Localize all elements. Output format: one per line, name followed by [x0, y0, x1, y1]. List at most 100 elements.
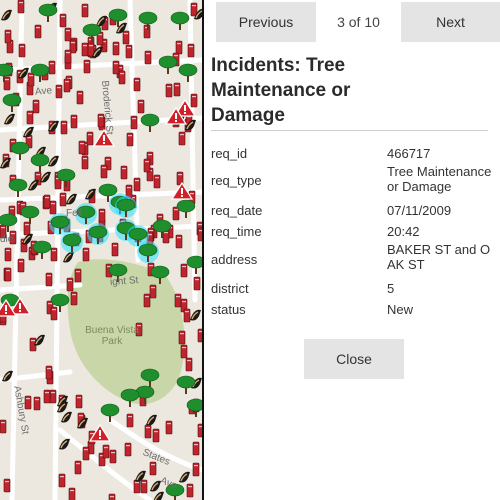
fire-hydrant-icon[interactable] [193, 276, 201, 291]
fire-hydrant-icon[interactable] [82, 446, 90, 461]
broom-icon[interactable] [40, 171, 51, 183]
fire-hydrant-icon[interactable] [126, 132, 134, 147]
tree-icon[interactable] [38, 3, 58, 22]
fire-hydrant-icon[interactable] [124, 442, 132, 457]
fire-hydrant-icon[interactable] [76, 90, 84, 105]
fire-hydrant-icon[interactable] [33, 396, 41, 411]
broom-icon[interactable] [179, 471, 190, 483]
tree-icon[interactable] [165, 483, 185, 500]
tree-icon[interactable] [115, 196, 137, 218]
tree-icon[interactable] [32, 240, 52, 259]
fire-hydrant-icon[interactable] [118, 70, 126, 85]
fire-hydrant-icon[interactable] [97, 113, 105, 128]
fire-hydrant-icon[interactable] [125, 44, 133, 59]
tree-icon[interactable] [178, 63, 198, 82]
fire-hydrant-icon[interactable] [81, 42, 89, 57]
fire-hydrant-icon[interactable] [153, 174, 161, 189]
tree-icon[interactable] [137, 241, 159, 263]
close-button[interactable]: Close [304, 339, 404, 379]
fire-hydrant-icon[interactable] [49, 389, 57, 404]
broom-icon[interactable] [146, 414, 157, 426]
tree-icon[interactable] [20, 205, 40, 224]
fire-hydrant-icon[interactable] [180, 344, 188, 359]
tree-icon[interactable] [138, 11, 158, 30]
fire-hydrant-icon[interactable] [133, 479, 141, 494]
tree-icon[interactable] [186, 398, 202, 417]
fire-hydrant-icon[interactable] [4, 29, 12, 44]
fire-hydrant-icon[interactable] [63, 78, 71, 93]
fire-hydrant-icon[interactable] [144, 50, 152, 65]
fire-hydrant-icon[interactable] [133, 177, 141, 192]
fire-hydrant-icon[interactable] [109, 449, 117, 464]
fire-hydrant-icon[interactable] [60, 120, 68, 135]
fire-hydrant-icon[interactable] [192, 462, 200, 477]
fire-hydrant-icon[interactable] [180, 263, 188, 278]
fire-hydrant-icon[interactable] [45, 365, 53, 380]
fire-hydrant-icon[interactable] [111, 242, 119, 257]
fire-hydrant-icon[interactable] [17, 0, 25, 14]
fire-hydrant-icon[interactable] [50, 247, 58, 262]
fire-hydrant-icon[interactable] [81, 3, 89, 18]
fire-hydrant-icon[interactable] [152, 428, 160, 443]
fire-hydrant-icon[interactable] [149, 461, 157, 476]
fire-hydrant-icon[interactable] [55, 84, 63, 99]
fire-hydrant-icon[interactable] [68, 487, 76, 500]
fire-hydrant-icon[interactable] [17, 258, 25, 273]
fire-hydrant-icon[interactable] [64, 27, 72, 42]
fire-hydrant-icon[interactable] [3, 478, 11, 493]
fire-hydrant-icon[interactable] [137, 99, 145, 114]
fire-hydrant-icon[interactable] [98, 208, 106, 223]
fire-hydrant-icon[interactable] [59, 192, 67, 207]
tree-icon[interactable] [158, 55, 178, 74]
fire-hydrant-icon[interactable] [70, 114, 78, 129]
tree-icon[interactable] [75, 203, 97, 225]
fire-hydrant-icon[interactable] [144, 424, 152, 439]
fire-hydrant-icon[interactable] [0, 419, 7, 434]
tree-icon[interactable] [87, 223, 109, 245]
fire-hydrant-icon[interactable] [26, 110, 34, 125]
fire-hydrant-icon[interactable] [50, 306, 58, 321]
fire-hydrant-icon[interactable] [143, 293, 151, 308]
fire-hydrant-icon[interactable] [165, 420, 173, 435]
fire-hydrant-icon[interactable] [165, 83, 173, 98]
tree-icon[interactable] [49, 213, 71, 235]
tree-icon[interactable] [140, 113, 160, 132]
tree-icon[interactable] [100, 403, 120, 422]
fire-hydrant-icon[interactable] [32, 99, 40, 114]
tree-icon[interactable] [8, 178, 28, 197]
fire-hydrant-icon[interactable] [9, 230, 17, 245]
fire-hydrant-icon[interactable] [174, 293, 182, 308]
fire-hydrant-icon[interactable] [34, 24, 42, 39]
fire-hydrant-icon[interactable] [43, 389, 51, 404]
fire-hydrant-icon[interactable] [48, 60, 56, 75]
fire-hydrant-icon[interactable] [178, 330, 186, 345]
fire-hydrant-icon[interactable] [59, 13, 67, 28]
previous-button[interactable]: Previous [216, 2, 316, 42]
fire-hydrant-icon[interactable] [24, 395, 32, 410]
fire-hydrant-icon[interactable] [0, 224, 7, 239]
fire-hydrant-icon[interactable] [120, 165, 128, 180]
fire-hydrant-icon[interactable] [82, 247, 90, 262]
warning-icon[interactable] [92, 128, 116, 147]
fire-hydrant-icon[interactable] [130, 115, 138, 130]
broom-icon[interactable] [0, 157, 11, 169]
fire-hydrant-icon[interactable] [187, 43, 195, 58]
fire-hydrant-icon[interactable] [173, 82, 181, 97]
fire-hydrant-icon[interactable] [140, 479, 148, 494]
fire-hydrant-icon[interactable] [102, 444, 110, 459]
fire-hydrant-icon[interactable] [149, 284, 157, 299]
fire-hydrant-icon[interactable] [186, 483, 194, 498]
fire-hydrant-icon[interactable] [192, 441, 200, 456]
fire-hydrant-icon[interactable] [133, 77, 141, 92]
fire-hydrant-icon[interactable] [190, 93, 198, 108]
map-canvas[interactable] [0, 0, 202, 500]
tree-icon[interactable] [10, 141, 30, 160]
fire-hydrant-icon[interactable] [112, 60, 120, 75]
tree-icon[interactable] [30, 153, 50, 172]
fire-hydrant-icon[interactable] [74, 460, 82, 475]
fire-hydrant-icon[interactable] [45, 272, 53, 287]
fire-hydrant-icon[interactable] [183, 308, 191, 323]
fire-hydrant-icon[interactable] [143, 158, 151, 173]
fire-hydrant-icon[interactable] [100, 164, 108, 179]
fire-hydrant-icon[interactable] [64, 49, 72, 64]
